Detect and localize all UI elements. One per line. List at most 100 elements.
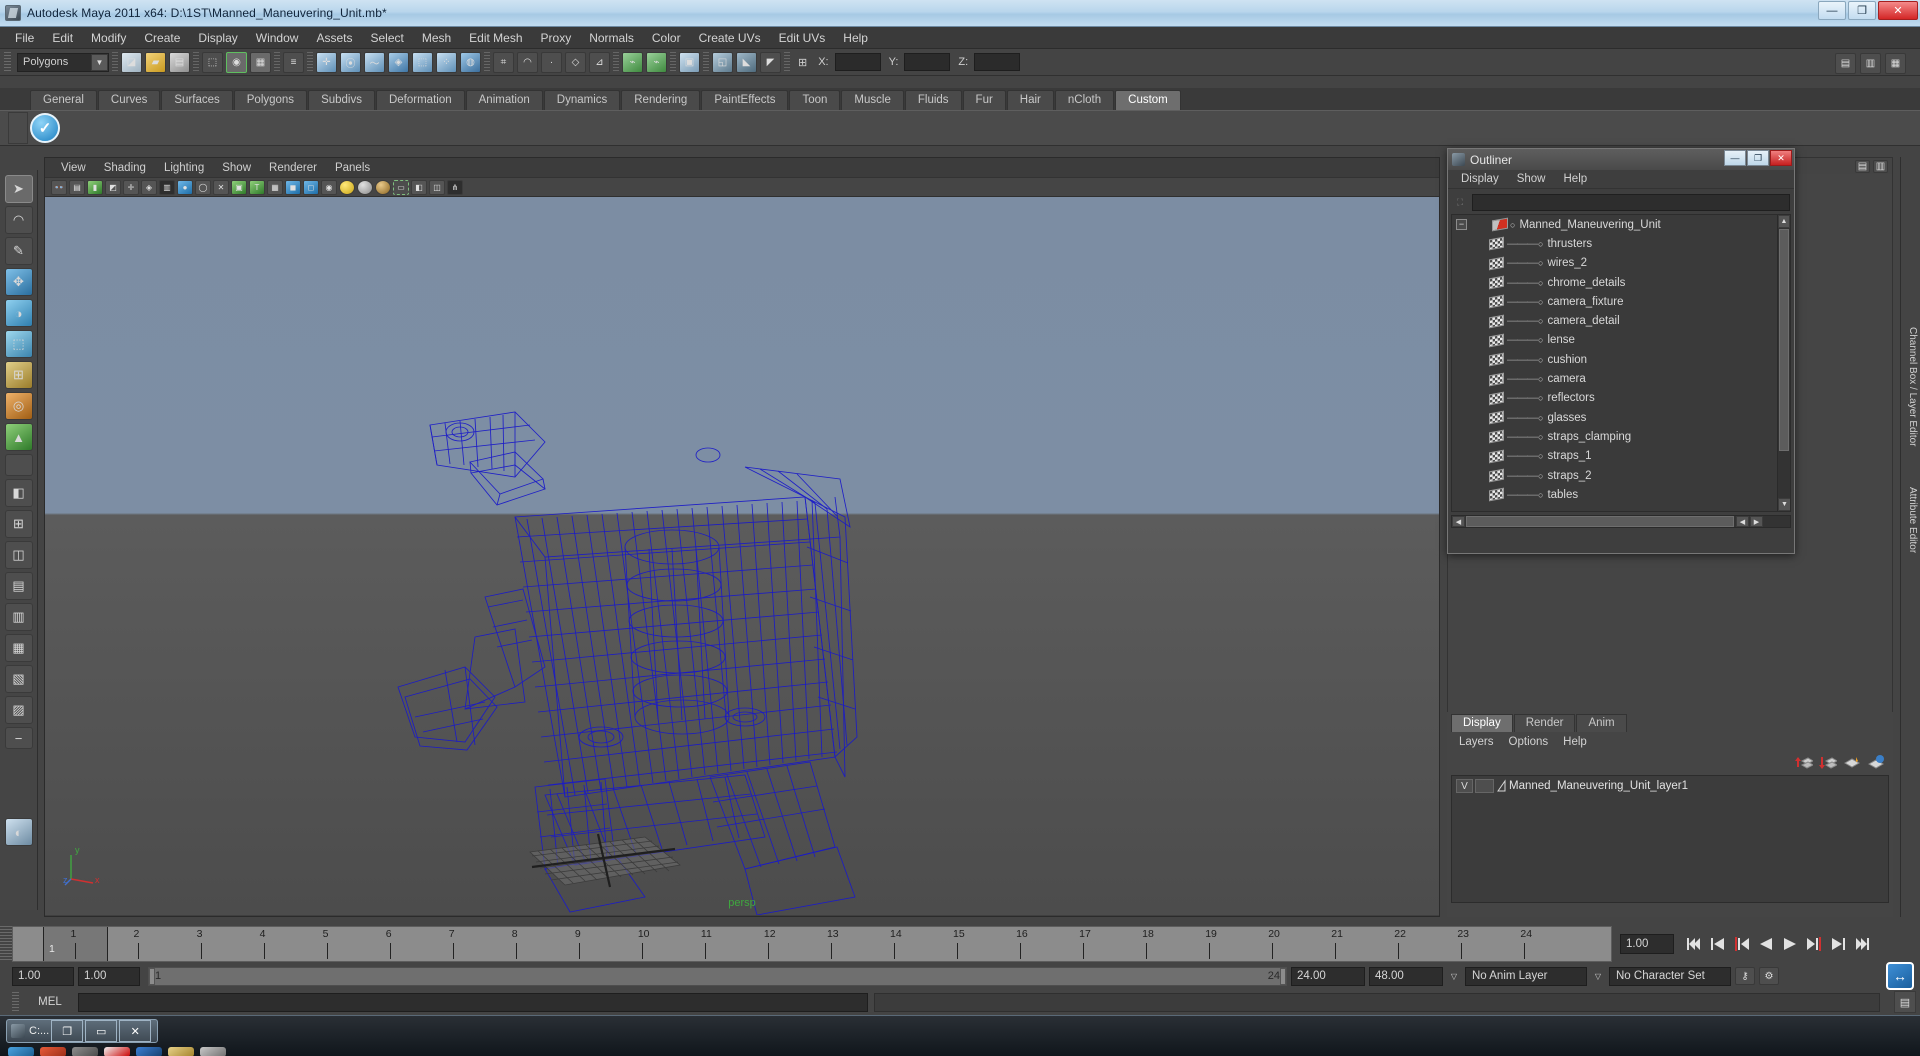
snap-projection-icon[interactable]: ◇ [565, 51, 586, 73]
component-extra-icon[interactable]: ◍ [460, 51, 481, 73]
soft-mod-icon[interactable]: ◎ [4, 392, 33, 420]
move-tool-icon[interactable]: ✥ [4, 268, 33, 296]
taskbar-window-button[interactable]: C:... ❐ ▭ ✕ [6, 1019, 158, 1043]
outliner-menu-display[interactable]: Display [1454, 172, 1506, 186]
shelf-tab-deformation[interactable]: Deformation [375, 90, 465, 110]
tab-anim[interactable]: Anim [1576, 714, 1627, 732]
last-tool-icon[interactable]: ▲ [4, 423, 33, 451]
play-forwards-button[interactable] [1781, 935, 1799, 953]
tray-icon-1[interactable] [8, 1047, 34, 1056]
snap-curve-icon[interactable]: ◠ [517, 51, 538, 73]
shelf-tab-animation[interactable]: Animation [465, 90, 543, 110]
outliner-row-straps-2[interactable]: ——— ○ straps_2 [1452, 466, 1790, 485]
highlight-selection-icon[interactable]: ≡ [283, 51, 304, 73]
outliner-tree[interactable]: − ○ Manned_Maneuvering_Unit ——— ○ thrust… [1451, 214, 1791, 512]
layer-color-swatch[interactable] [1496, 779, 1506, 793]
step-forward-frame-button[interactable] [1805, 935, 1823, 953]
outliner-row-glasses[interactable]: ——— ○ glasses [1452, 408, 1790, 427]
menu-mesh[interactable]: Mesh [413, 29, 460, 47]
time-slider-track[interactable]: 1 1 2 3 4 5 6 7 8 9 10 11 12 13 14 15 16 17 18 19 20 21 22 23 2… [12, 926, 1612, 962]
layer-visibility-toggle[interactable]: V [1456, 779, 1473, 793]
layer-menu-help[interactable]: Help [1557, 735, 1593, 749]
snap-grid-icon[interactable]: ⌗ [493, 51, 514, 73]
outliner-row-reflectors[interactable]: ——— ○ reflectors [1452, 389, 1790, 408]
shelf-tab-muscle[interactable]: Muscle [841, 90, 904, 110]
outliner-vertical-scrollbar[interactable]: ▲ ▼ [1777, 215, 1790, 511]
outliner-row-camera[interactable]: ——— ○ camera [1452, 369, 1790, 388]
command-language-label[interactable]: MEL [28, 996, 72, 1008]
range-start-field[interactable]: 1.00 [12, 966, 74, 986]
shadows-icon[interactable] [375, 179, 391, 195]
outliner-horizontal-scrollbar[interactable]: ◀ ◀ ▶ [1451, 515, 1791, 528]
texture-icon[interactable]: ▣ [231, 179, 247, 195]
character-set-dropdown[interactable]: No Character Set [1609, 966, 1731, 986]
outliner-minimize-button[interactable]: — [1724, 150, 1746, 166]
menu-display[interactable]: Display [189, 29, 246, 47]
outliner-row-wires-2[interactable]: ——— ○ wires_2 [1452, 254, 1790, 273]
z-input[interactable] [974, 53, 1021, 71]
menu-modify[interactable]: Modify [82, 29, 135, 47]
anim-layer-dropdown-icon[interactable]: ▽ [1447, 972, 1461, 981]
selection-mode-dropdown[interactable]: Polygons ▼ [17, 52, 109, 72]
select-camera-icon[interactable]: 👓 [51, 179, 67, 195]
outliner-row-tables[interactable]: ——— ○ tables [1452, 485, 1790, 504]
shelf-item-check-icon[interactable]: ✓ [30, 113, 60, 143]
xray-icon[interactable]: ✕ [213, 179, 229, 195]
construction-history-icon[interactable]: ⌁ [622, 51, 643, 73]
scale-tool-icon[interactable]: ⬚ [4, 330, 33, 358]
component-hull-icon[interactable]: ⬚ [412, 51, 433, 73]
component-uv-icon[interactable]: ◈ [388, 51, 409, 73]
save-scene-icon[interactable]: ▤ [169, 51, 190, 73]
channelbox-icon[interactable]: ▤ [1855, 159, 1870, 173]
animation-preferences-icon[interactable]: ⚙ [1759, 967, 1779, 985]
quick-layout-four-icon[interactable]: ⊞ [4, 510, 33, 538]
rail-label-attribute-editor[interactable]: Attribute Editor [1902, 487, 1918, 553]
playback-end-field[interactable]: 24.00 [1291, 966, 1365, 986]
paint-select-tool-icon[interactable]: ✎ [4, 237, 33, 265]
play-backwards-button[interactable] [1757, 935, 1775, 953]
menu-file[interactable]: File [6, 29, 43, 47]
shelf-tab-rendering[interactable]: Rendering [621, 90, 701, 110]
go-to-start-button[interactable] [1685, 935, 1703, 953]
x-input[interactable] [834, 53, 881, 71]
outliner-close-button[interactable]: ✕ [1770, 150, 1792, 166]
go-to-end-button[interactable] [1853, 935, 1871, 953]
viewport-menu-show[interactable]: Show [214, 161, 259, 175]
xray-active-components-icon[interactable]: ◫ [429, 179, 445, 195]
scroll-down-arrow-icon[interactable]: ▼ [1778, 498, 1790, 511]
quick-layout-single-icon[interactable]: ◧ [4, 479, 33, 507]
tray-icon-7[interactable] [200, 1047, 226, 1056]
statusline-grip[interactable] [4, 52, 11, 72]
minimize-button[interactable]: — [1818, 1, 1846, 20]
y-input[interactable] [904, 53, 951, 71]
menu-assets[interactable]: Assets [307, 29, 361, 47]
shelf-tab-curves[interactable]: Curves [97, 90, 161, 110]
playback-start-field[interactable]: 1.00 [78, 966, 140, 986]
snap-view-plane-icon[interactable]: ⊿ [589, 51, 610, 73]
tray-icon-5[interactable] [136, 1047, 162, 1056]
use-default-light-icon[interactable] [339, 179, 355, 195]
render-settings-icon[interactable]: ◣ [736, 51, 757, 73]
scroll-up-arrow-icon[interactable]: ▲ [1778, 215, 1790, 228]
outliner-row-cushion[interactable]: ——— ○ cushion [1452, 350, 1790, 369]
anim-layer-dropdown[interactable]: No Anim Layer [1465, 966, 1587, 986]
scroll-right-arrow-a-icon[interactable]: ◀ [1736, 516, 1749, 527]
taskbar-minimize-button[interactable]: ▭ [85, 1020, 118, 1042]
outliner-row-camera-detail[interactable]: ——— ○ camera_detail [1452, 311, 1790, 330]
outliner-row-root[interactable]: − ○ Manned_Maneuvering_Unit [1452, 215, 1790, 234]
outliner-row-thrusters[interactable]: ——— ○ thrusters [1452, 234, 1790, 253]
chevron-down-icon[interactable]: ▼ [91, 53, 108, 71]
auto-keyframe-toggle-icon[interactable]: ⚷ [1735, 967, 1755, 985]
menu-select[interactable]: Select [361, 29, 412, 47]
tab-render[interactable]: Render [1513, 714, 1576, 732]
step-back-keyframe-button[interactable] [1709, 935, 1727, 953]
viewport-menu-lighting[interactable]: Lighting [156, 161, 212, 175]
use-all-lights-icon[interactable] [357, 179, 373, 195]
select-by-hierarchy-icon[interactable]: ⬚ [202, 51, 223, 73]
layer-name[interactable]: Manned_Maneuvering_Unit_layer1 [1509, 780, 1688, 792]
current-frame-field[interactable]: 1.00 [1620, 934, 1674, 954]
outliner-row-lense[interactable]: ——— ○ lense [1452, 331, 1790, 350]
gate-mask-icon[interactable]: ◯ [195, 179, 211, 195]
component-face-icon[interactable]: 〜 [364, 51, 385, 73]
menu-edit[interactable]: Edit [43, 29, 82, 47]
